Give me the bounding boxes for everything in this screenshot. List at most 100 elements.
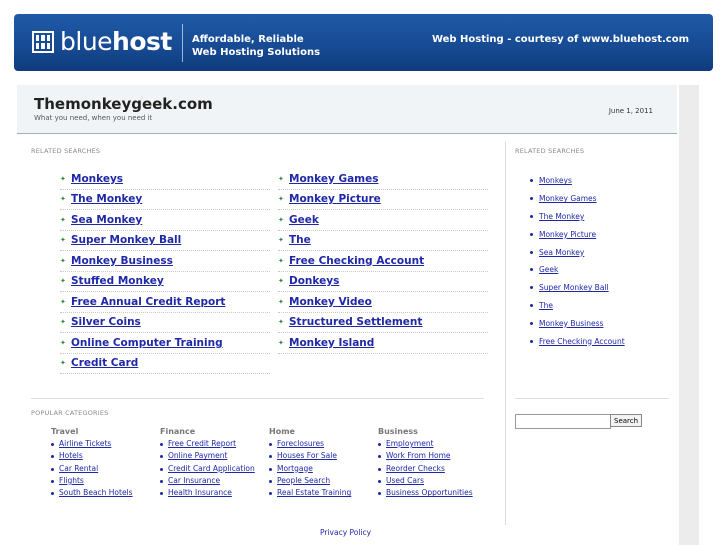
sidebar-link[interactable]: The bbox=[539, 301, 553, 310]
related-link[interactable]: Sea Monkey bbox=[71, 214, 142, 226]
related-link-item[interactable]: ✦ Monkey Island bbox=[278, 333, 488, 354]
related-link-item[interactable]: ✦ The Monkey bbox=[60, 190, 270, 210]
sidebar-link-item[interactable]: Monkeys bbox=[530, 172, 625, 190]
related-link-item[interactable]: ✦ Silver Coins bbox=[60, 313, 270, 333]
related-link[interactable]: Free Checking Account bbox=[289, 255, 424, 267]
related-link-item[interactable]: ✦ Super Monkey Ball bbox=[60, 231, 270, 251]
related-link-item[interactable]: ✦ Free Annual Credit Report bbox=[60, 292, 270, 313]
banner-courtesy[interactable]: Web Hosting - courtesy of www.bluehost.c… bbox=[432, 34, 689, 45]
category-link[interactable]: Online Payment bbox=[168, 450, 227, 462]
category-link[interactable]: Mortgage bbox=[277, 463, 313, 475]
related-link[interactable]: Donkeys bbox=[289, 275, 339, 287]
sidebar-link-item[interactable]: Monkey Games bbox=[530, 190, 625, 208]
category-link[interactable]: Houses For Sale bbox=[277, 450, 337, 462]
category-item[interactable]: Business Opportunities bbox=[378, 487, 486, 499]
related-link-item[interactable]: ✦ Monkey Business bbox=[60, 251, 270, 272]
related-link-item[interactable]: ✦ Donkeys bbox=[278, 272, 488, 292]
category-item[interactable]: Houses For Sale bbox=[269, 450, 377, 462]
category-item[interactable]: South Beach Hotels bbox=[51, 487, 159, 499]
related-link-item[interactable]: ✦ Geek bbox=[278, 210, 488, 231]
related-link[interactable]: Super Monkey Ball bbox=[71, 234, 181, 246]
related-link[interactable]: Online Computer Training bbox=[71, 337, 223, 349]
category-item[interactable]: Health Insurance bbox=[160, 487, 268, 499]
category-link[interactable]: Airline Tickets bbox=[59, 438, 111, 450]
sidebar-link[interactable]: Monkey Games bbox=[539, 194, 597, 203]
category-link[interactable]: Reorder Checks bbox=[386, 463, 445, 475]
related-link[interactable]: Stuffed Monkey bbox=[71, 275, 164, 287]
related-link[interactable]: Monkey Picture bbox=[289, 193, 381, 205]
related-link[interactable]: Silver Coins bbox=[71, 316, 141, 328]
search-input[interactable] bbox=[515, 414, 611, 429]
related-link[interactable]: Structured Settlement bbox=[289, 316, 422, 328]
sidebar-link[interactable]: The Monkey bbox=[539, 212, 584, 221]
related-link-item[interactable]: ✦ Sea Monkey bbox=[60, 210, 270, 231]
related-link-item[interactable]: ✦ Structured Settlement bbox=[278, 313, 488, 333]
category-item[interactable]: Foreclosures bbox=[269, 438, 377, 450]
category-item[interactable]: Used Cars bbox=[378, 475, 486, 487]
category-link[interactable]: Flights bbox=[59, 475, 84, 487]
category-item[interactable]: Car Rental bbox=[51, 463, 159, 475]
category-item[interactable]: Online Payment bbox=[160, 450, 268, 462]
sidebar-link[interactable]: Monkeys bbox=[539, 176, 572, 185]
category-link[interactable]: Real Estate Training bbox=[277, 487, 351, 499]
bluehost-logo[interactable]: bluehost bbox=[32, 28, 172, 56]
category-item[interactable]: People Search bbox=[269, 475, 377, 487]
category-link[interactable]: Employment bbox=[386, 438, 434, 450]
category-item[interactable]: Airline Tickets bbox=[51, 438, 159, 450]
category-link[interactable]: Foreclosures bbox=[277, 438, 324, 450]
related-link-item[interactable]: ✦ Credit Card bbox=[60, 354, 270, 374]
sidebar-link[interactable]: Super Monkey Ball bbox=[539, 283, 609, 292]
category-item[interactable]: Real Estate Training bbox=[269, 487, 377, 499]
category-link[interactable]: Car Rental bbox=[59, 463, 98, 475]
category-item[interactable]: Car Insurance bbox=[160, 475, 268, 487]
related-link[interactable]: Monkeys bbox=[71, 173, 123, 185]
related-link[interactable]: Monkey Video bbox=[289, 296, 372, 308]
category-item[interactable]: Work From Home bbox=[378, 450, 486, 462]
related-link-item[interactable]: ✦ Monkey Games bbox=[278, 169, 488, 190]
sidebar-link-item[interactable]: Geek bbox=[530, 261, 625, 279]
category-item[interactable]: Credit Card Application bbox=[160, 463, 268, 475]
related-link-item[interactable]: ✦ Stuffed Monkey bbox=[60, 272, 270, 292]
category-link[interactable]: Car Insurance bbox=[168, 475, 220, 487]
sidebar-link[interactable]: Monkey Business bbox=[539, 319, 603, 328]
related-link-item[interactable]: ✦ Online Computer Training bbox=[60, 333, 270, 354]
category-link[interactable]: Used Cars bbox=[386, 475, 424, 487]
related-link-item[interactable]: ✦ Free Checking Account bbox=[278, 251, 488, 272]
category-link[interactable]: Hotels bbox=[59, 450, 83, 462]
category-link[interactable]: People Search bbox=[277, 475, 330, 487]
sidebar-link-item[interactable]: Monkey Picture bbox=[530, 225, 625, 243]
category-item[interactable]: Free Credit Report bbox=[160, 438, 268, 450]
sidebar-link-item[interactable]: Super Monkey Ball bbox=[530, 279, 625, 297]
related-link-item[interactable]: ✦ Monkey Picture bbox=[278, 190, 488, 210]
category-item[interactable]: Mortgage bbox=[269, 463, 377, 475]
sidebar-link-item[interactable]: The bbox=[530, 297, 625, 315]
bluehost-banner[interactable]: bluehost Affordable, Reliable Web Hostin… bbox=[14, 14, 713, 71]
search-button[interactable]: Search bbox=[610, 414, 643, 427]
related-link[interactable]: Monkey Games bbox=[289, 173, 378, 185]
category-link[interactable]: South Beach Hotels bbox=[59, 487, 133, 499]
related-link-item[interactable]: ✦ Monkeys bbox=[60, 169, 270, 190]
category-item[interactable]: Hotels bbox=[51, 450, 159, 462]
related-link-item[interactable]: ✦ Monkey Video bbox=[278, 292, 488, 313]
category-link[interactable]: Work From Home bbox=[386, 450, 451, 462]
sidebar-link-item[interactable]: Free Checking Account bbox=[530, 332, 625, 350]
sidebar-link-item[interactable]: Sea Monkey bbox=[530, 243, 625, 261]
sidebar-link-item[interactable]: Monkey Business bbox=[530, 314, 625, 332]
related-link-item[interactable]: ✦ The bbox=[278, 231, 488, 251]
related-link[interactable]: Geek bbox=[289, 214, 319, 226]
sidebar-link[interactable]: Monkey Picture bbox=[539, 230, 596, 239]
category-link[interactable]: Health Insurance bbox=[168, 487, 232, 499]
related-link[interactable]: Monkey Business bbox=[71, 255, 173, 267]
related-link[interactable]: Credit Card bbox=[71, 357, 138, 369]
sidebar-link-item[interactable]: The Monkey bbox=[530, 208, 625, 226]
category-link[interactable]: Free Credit Report bbox=[168, 438, 236, 450]
sidebar-link[interactable]: Free Checking Account bbox=[539, 337, 625, 346]
privacy-policy-link[interactable]: Privacy Policy bbox=[320, 528, 371, 537]
category-link[interactable]: Business Opportunities bbox=[386, 487, 473, 499]
category-item[interactable]: Flights bbox=[51, 475, 159, 487]
related-link[interactable]: Monkey Island bbox=[289, 337, 374, 349]
sidebar-link[interactable]: Geek bbox=[539, 265, 558, 274]
related-link[interactable]: Free Annual Credit Report bbox=[71, 296, 225, 308]
sidebar-link[interactable]: Sea Monkey bbox=[539, 248, 584, 257]
related-link[interactable]: The Monkey bbox=[71, 193, 142, 205]
